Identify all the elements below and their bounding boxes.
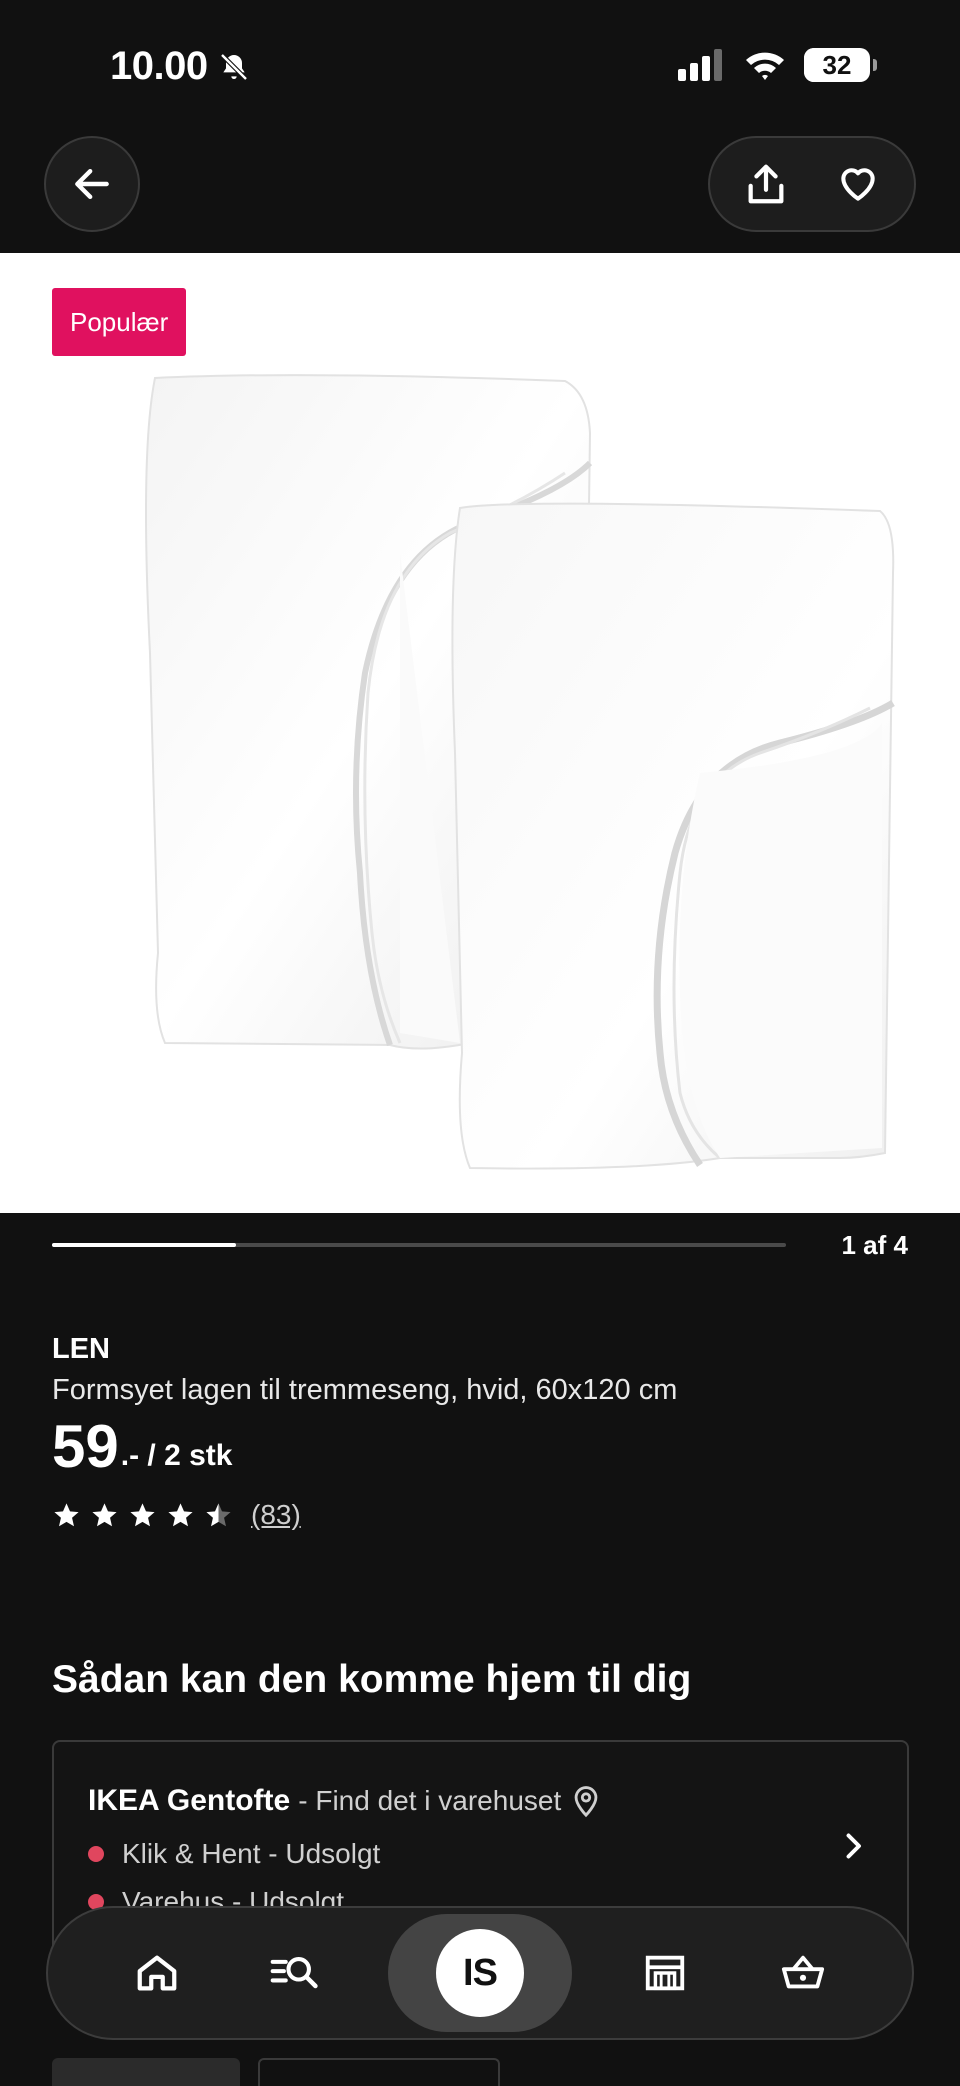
wifi-icon bbox=[746, 52, 784, 80]
back-button[interactable] bbox=[44, 136, 140, 232]
favorite-button[interactable] bbox=[826, 152, 890, 216]
store-icon bbox=[645, 1955, 685, 1991]
nav-search[interactable] bbox=[250, 1928, 340, 2018]
bell-muted-icon bbox=[219, 52, 248, 81]
battery-indicator: 32 bbox=[804, 48, 877, 82]
progress-fill bbox=[52, 1243, 236, 1247]
search-icon bbox=[270, 1957, 318, 1989]
battery-level: 32 bbox=[822, 49, 852, 80]
top-bar bbox=[0, 130, 960, 254]
star-icon bbox=[92, 1502, 117, 1526]
image-counter: 1 af 4 bbox=[841, 1230, 909, 1260]
nav-profile[interactable]: IS bbox=[388, 1914, 572, 2032]
share-button[interactable] bbox=[734, 152, 798, 216]
avatar: IS bbox=[436, 1929, 524, 2017]
image-progress: 1 af 4 bbox=[52, 1230, 908, 1260]
price-unit: .- / 2 stk bbox=[120, 1439, 233, 1472]
nav-home[interactable] bbox=[112, 1928, 202, 2018]
product-description: Formsyet lagen til tremmeseng, hvid, 60x… bbox=[52, 1374, 678, 1406]
product-price: 59 .- / 2 stk bbox=[52, 1417, 912, 1477]
chevron-right-icon bbox=[846, 1833, 861, 1859]
star-icon bbox=[130, 1502, 155, 1526]
signal-icon bbox=[678, 49, 722, 81]
status-bar: 10.00 32 bbox=[0, 0, 960, 130]
status-icons: 32 bbox=[678, 48, 877, 82]
progress-track bbox=[52, 1243, 786, 1247]
basket-icon bbox=[781, 1955, 825, 1989]
heart-icon bbox=[841, 168, 875, 201]
bottom-navigation: IS bbox=[46, 1906, 914, 2040]
actions-pill bbox=[708, 136, 916, 232]
store-name: IKEA Gentofte bbox=[88, 1784, 291, 1817]
product-image-carousel[interactable]: Populær bbox=[0, 253, 960, 1213]
popular-badge: Populær bbox=[52, 288, 187, 356]
partial-element bbox=[258, 2058, 500, 2086]
rating[interactable]: (83) bbox=[52, 1499, 912, 1531]
rating-stars bbox=[52, 1501, 233, 1530]
product-info: LEN Formsyet lagen til tremmeseng, hvid,… bbox=[52, 1333, 912, 1531]
stock-label: Klik & Hent - Udsolgt bbox=[122, 1838, 381, 1869]
clock: 10.00 bbox=[110, 44, 208, 88]
location-pin-icon bbox=[574, 1786, 598, 1818]
store-sub: - Find det i varehuset bbox=[298, 1785, 562, 1816]
status-time: 10.00 bbox=[110, 44, 250, 89]
partial-element bbox=[52, 2058, 240, 2086]
star-icon bbox=[168, 1502, 193, 1526]
price-value: 59 bbox=[52, 1413, 119, 1480]
delivery-title: Sådan kan den komme hjem til dig bbox=[52, 1658, 692, 1701]
product-image bbox=[145, 374, 895, 1170]
store-line: IKEA Gentofte - Find det i varehuset bbox=[88, 1784, 603, 1818]
stock-status-dot bbox=[88, 1846, 104, 1862]
star-icon bbox=[54, 1502, 79, 1526]
star-icon bbox=[206, 1502, 231, 1526]
stock-click-collect: Klik & Hent - Udsolgt bbox=[88, 1838, 380, 1870]
product-brand: LEN bbox=[52, 1333, 110, 1365]
review-count-link[interactable]: (83) bbox=[251, 1499, 301, 1531]
share-icon bbox=[748, 164, 784, 204]
home-icon bbox=[137, 1955, 177, 1991]
nav-stores[interactable] bbox=[620, 1928, 710, 2018]
nav-basket[interactable] bbox=[758, 1928, 848, 2018]
arrow-left-icon bbox=[75, 168, 109, 200]
